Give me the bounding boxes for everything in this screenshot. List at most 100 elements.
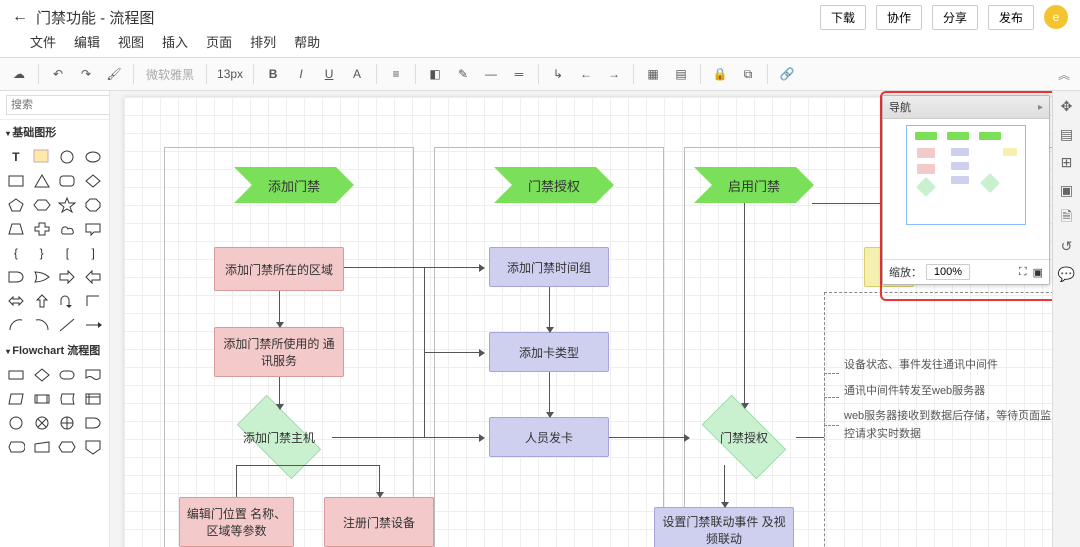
- fshape-or2[interactable]: [56, 412, 80, 434]
- navigator-header[interactable]: 导航 ▸: [883, 96, 1049, 119]
- send-back-icon[interactable]: ▤: [668, 62, 694, 86]
- shape-rounded[interactable]: [56, 170, 80, 192]
- shape-bracket-l[interactable]: [: [56, 242, 80, 264]
- lane-title-3[interactable]: 启用门禁: [694, 167, 814, 203]
- share-button[interactable]: 分享: [932, 5, 978, 30]
- line-style-icon[interactable]: —: [478, 62, 504, 86]
- fshape-terminator[interactable]: [56, 364, 80, 386]
- shape-and[interactable]: [4, 266, 28, 288]
- fshape-sum[interactable]: [30, 412, 54, 434]
- canvas-area[interactable]: 添加门禁 门禁授权 启用门禁 添加门禁所在的区域 添加门禁所使用的 通讯服务 添…: [110, 91, 1080, 547]
- menu-view[interactable]: 视图: [118, 32, 144, 51]
- navigator-panel[interactable]: 导航 ▸: [882, 95, 1050, 285]
- shape-circle[interactable]: [56, 146, 80, 168]
- redo-icon[interactable]: ↷: [73, 62, 99, 86]
- shape-trapezoid[interactable]: [4, 218, 28, 240]
- fshape-data[interactable]: [4, 388, 28, 410]
- shape-brace-l[interactable]: {: [4, 242, 28, 264]
- shape-diamond[interactable]: [81, 170, 105, 192]
- shape-brace-r[interactable]: }: [30, 242, 54, 264]
- shape-arc[interactable]: [4, 314, 28, 336]
- fit-page-icon[interactable]: ▣: [1033, 266, 1043, 279]
- shape-callout[interactable]: [81, 218, 105, 240]
- menu-help[interactable]: 帮助: [294, 32, 320, 51]
- line-color-icon[interactable]: ✎: [450, 62, 476, 86]
- node-b3[interactable]: 人员发卡: [489, 417, 609, 457]
- group-icon[interactable]: ⧉: [735, 62, 761, 86]
- line-width-icon[interactable]: ═: [506, 62, 532, 86]
- fshape-process[interactable]: [4, 364, 28, 386]
- node-a2[interactable]: 添加门禁所使用的 通讯服务: [214, 327, 344, 377]
- node-b2[interactable]: 添加卡类型: [489, 332, 609, 372]
- align-icon[interactable]: ≡: [383, 62, 409, 86]
- shape-arc2[interactable]: [30, 314, 54, 336]
- shape-corner[interactable]: [81, 290, 105, 312]
- navigator-menu-icon[interactable]: ▸: [1038, 102, 1043, 113]
- italic-icon[interactable]: I: [288, 62, 314, 86]
- tool-pan-icon[interactable]: ✥: [1058, 97, 1076, 115]
- bold-icon[interactable]: B: [260, 62, 286, 86]
- search-input[interactable]: [6, 95, 110, 115]
- node-a4[interactable]: 编辑门位置 名称、区域等参数: [179, 497, 294, 547]
- shape-note[interactable]: [30, 146, 54, 168]
- shape-triangle[interactable]: [30, 170, 54, 192]
- fshape-delay[interactable]: [81, 412, 105, 434]
- fshape-internal[interactable]: [81, 388, 105, 410]
- node-b1[interactable]: 添加门禁时间组: [489, 247, 609, 287]
- shape-star[interactable]: [56, 194, 80, 216]
- shape-arrow-u[interactable]: [30, 290, 54, 312]
- tool-ruler-icon[interactable]: ⊞: [1058, 153, 1076, 171]
- node-a1[interactable]: 添加门禁所在的区域: [214, 247, 344, 291]
- fshape-offpage[interactable]: [81, 436, 105, 458]
- shape-arrow-line[interactable]: [81, 314, 105, 336]
- shape-pentagon[interactable]: [4, 194, 28, 216]
- node-c1[interactable]: 门禁授权: [689, 407, 799, 467]
- node-c2[interactable]: 设置门禁联动事件 及视频联动: [654, 507, 794, 547]
- collab-button[interactable]: 协作: [876, 5, 922, 30]
- lane-title-1[interactable]: 添加门禁: [234, 167, 354, 203]
- tool-layers-icon[interactable]: ▤: [1058, 125, 1076, 143]
- node-a3[interactable]: 添加门禁主机: [224, 407, 334, 467]
- shape-arrow-r[interactable]: [56, 266, 80, 288]
- fill-color-icon[interactable]: ◧: [422, 62, 448, 86]
- shape-arrow-l[interactable]: [81, 266, 105, 288]
- back-icon[interactable]: ←: [12, 8, 28, 26]
- fshape-stored[interactable]: [56, 388, 80, 410]
- fshape-document[interactable]: [81, 364, 105, 386]
- shape-or[interactable]: [30, 266, 54, 288]
- fshape-prep[interactable]: [56, 436, 80, 458]
- shape-rect[interactable]: [4, 170, 28, 192]
- fshape-display[interactable]: [4, 436, 28, 458]
- publish-button[interactable]: 发布: [988, 5, 1034, 30]
- shape-arrow-lr[interactable]: [4, 290, 28, 312]
- menu-insert[interactable]: 插入: [162, 32, 188, 51]
- menu-page[interactable]: 页面: [206, 32, 232, 51]
- tool-outline-icon[interactable]: ▣: [1058, 181, 1076, 199]
- menu-arrange[interactable]: 排列: [250, 32, 276, 51]
- shape-hexagon[interactable]: [30, 194, 54, 216]
- link-icon[interactable]: 🔗: [774, 62, 800, 86]
- lock-icon[interactable]: 🔒: [707, 62, 733, 86]
- shape-cloud[interactable]: [56, 218, 80, 240]
- tool-page-icon[interactable]: 🗎: [1058, 209, 1076, 227]
- format-painter-icon[interactable]: 🖌: [101, 62, 127, 86]
- fshape-predef[interactable]: [30, 388, 54, 410]
- node-a5[interactable]: 注册门禁设备: [324, 497, 434, 547]
- menu-edit[interactable]: 编辑: [74, 32, 100, 51]
- shape-text[interactable]: T: [4, 146, 28, 168]
- font-color-icon[interactable]: A: [344, 62, 370, 86]
- fit-screen-icon[interactable]: ⛶: [1019, 266, 1027, 279]
- tool-comment-icon[interactable]: 💬: [1058, 265, 1076, 283]
- connector-icon[interactable]: ↳: [545, 62, 571, 86]
- download-button[interactable]: 下载: [820, 5, 866, 30]
- shape-ellipse[interactable]: [81, 146, 105, 168]
- shape-cross[interactable]: [30, 218, 54, 240]
- shape-arrow-turn[interactable]: [56, 290, 80, 312]
- toolbar-expand-icon[interactable]: ︽: [1054, 66, 1074, 83]
- fshape-manual[interactable]: [30, 436, 54, 458]
- undo-icon[interactable]: ↶: [45, 62, 71, 86]
- shape-bracket-r[interactable]: ]: [81, 242, 105, 264]
- navigator-preview[interactable]: [883, 119, 1049, 259]
- font-select[interactable]: 微软雅黑: [140, 66, 200, 83]
- shape-octagon[interactable]: [81, 194, 105, 216]
